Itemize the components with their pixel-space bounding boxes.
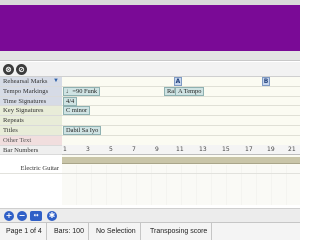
track-name-electric-guitar[interactable]: Electric Guitar: [0, 165, 62, 173]
bar-number: 13: [199, 146, 207, 153]
bar-numbers-ruler[interactable]: 1 3 5 7 9 11 13 15 17 19 21: [62, 145, 300, 155]
row-label-text: Key Signatures: [3, 107, 44, 115]
row-label-text: Other Text: [3, 136, 32, 144]
timeline-bottom-tools: + − ↔ ✱: [0, 208, 300, 222]
rehearsal-mark-a[interactable]: A: [174, 77, 182, 86]
timeline-row-rehearsal[interactable]: A B: [62, 77, 300, 87]
row-label-other-text[interactable]: Other Text: [0, 135, 62, 146]
row-label-text: Repeats: [3, 117, 24, 125]
track-divider: [0, 173, 300, 174]
status-page: Page 1 of 4: [2, 223, 47, 240]
time-signature-chip[interactable]: 4/4: [63, 96, 78, 106]
row-label-titles[interactable]: Titles: [0, 125, 62, 136]
key-signature-chip[interactable]: C minor: [63, 106, 91, 116]
bar-number: 9: [155, 146, 159, 153]
row-label-repeats[interactable]: Repeats: [0, 116, 62, 126]
rehearsal-mark-b[interactable]: B: [262, 77, 270, 86]
bar-number: 3: [86, 146, 90, 153]
status-bar: Page 1 of 4 Bars: 100 No Selection Trans…: [0, 222, 300, 240]
add-icon[interactable]: +: [4, 211, 14, 221]
track-header-bar[interactable]: [62, 157, 300, 164]
bar-number: 1: [63, 146, 67, 153]
panel-divider[interactable]: [0, 51, 300, 61]
timeline-grid[interactable]: A B ♩=90 Funk Ral A Tempo 4/4 C minor Da…: [62, 77, 300, 165]
status-transpose[interactable]: Transposing score: [146, 223, 213, 240]
remove-icon[interactable]: −: [17, 211, 27, 221]
bar-number: 5: [109, 146, 113, 153]
row-label-text: Rehearsal Marks: [3, 78, 48, 85]
timeline-row-tempo[interactable]: ♩=90 Funk Ral A Tempo: [62, 86, 300, 97]
timeline-row-repeats[interactable]: [62, 116, 300, 126]
status-selection: No Selection: [92, 223, 141, 240]
row-label-key-signatures[interactable]: Key Signatures: [0, 106, 62, 117]
row-label-text: Titles: [3, 126, 18, 134]
bar-number: 15: [222, 146, 230, 153]
timeline-row-labels: Rehearsal Marks ▼ Tempo Markings Time Si…: [0, 77, 62, 165]
timeline-options-icon[interactable]: ⊘: [16, 64, 27, 75]
timeline-row-titles[interactable]: Dabil Sa Iyo: [62, 126, 300, 136]
timeline-row-key-signatures[interactable]: C minor: [62, 106, 300, 117]
title-chip[interactable]: Dabil Sa Iyo: [63, 126, 102, 135]
row-label-bar-numbers[interactable]: Bar Numbers: [0, 145, 62, 156]
tempo-marking-funk[interactable]: ♩=90 Funk: [63, 86, 101, 96]
fit-width-icon[interactable]: ↔: [30, 211, 42, 221]
bar-number: 11: [176, 146, 184, 153]
settings-gear-icon[interactable]: ✱: [47, 211, 57, 221]
track-area[interactable]: [62, 165, 300, 205]
timeline-row-time-signatures[interactable]: 4/4: [62, 96, 300, 107]
chevron-down-icon[interactable]: ▼: [53, 77, 59, 86]
row-label-rehearsal-marks[interactable]: Rehearsal Marks ▼: [0, 77, 62, 87]
row-label-tempo-markings[interactable]: Tempo Markings: [0, 86, 62, 97]
row-label-text: Time Signatures: [3, 97, 47, 105]
row-label-text: Tempo Markings: [3, 87, 49, 95]
row-label-time-signatures[interactable]: Time Signatures: [0, 96, 62, 107]
bar-number: 17: [245, 146, 253, 153]
bar-number: 21: [288, 146, 296, 153]
status-bars: Bars: 100: [50, 223, 89, 240]
tempo-marking-a-tempo[interactable]: A Tempo: [175, 86, 205, 96]
row-label-text: Bar Numbers: [3, 146, 39, 154]
timeline-toolbar: ⊗ ⊘: [0, 62, 300, 77]
bar-number: 19: [267, 146, 275, 153]
close-timeline-icon[interactable]: ⊗: [3, 64, 14, 75]
bar-number: 7: [132, 146, 136, 153]
score-view-panel[interactable]: [0, 5, 300, 51]
